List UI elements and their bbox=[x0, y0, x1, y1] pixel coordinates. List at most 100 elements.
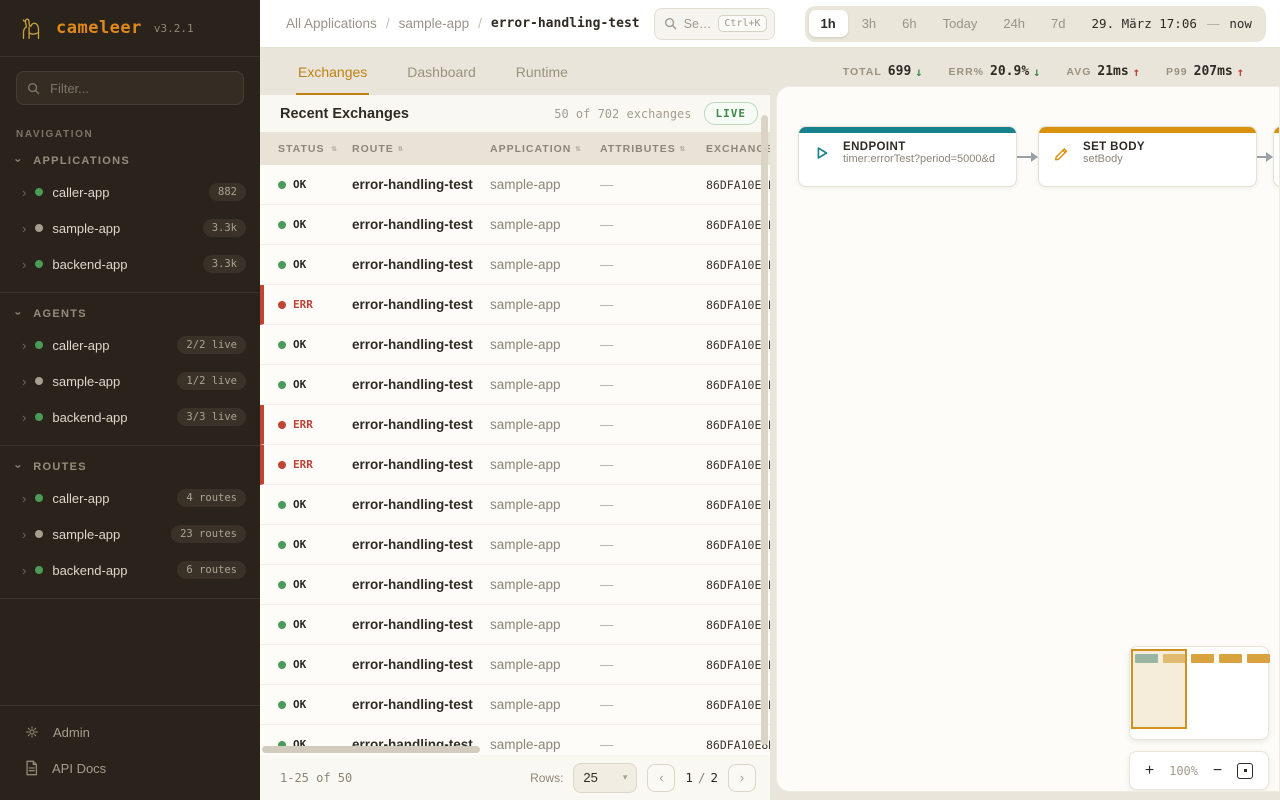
global-search[interactable]: Se… Ctrl+K bbox=[654, 8, 775, 40]
exchanges-panel: Recent Exchanges 50 of 702 exchanges LIV… bbox=[260, 95, 770, 800]
table-row[interactable]: OKerror-handling-testsample-app—86DFA10E… bbox=[260, 645, 770, 685]
node-color-bar bbox=[1274, 127, 1280, 133]
status-cell: ERR bbox=[278, 298, 352, 311]
breadcrumb-item[interactable]: All Applications bbox=[286, 16, 377, 31]
sidebar-item-api-docs[interactable]: API Docs bbox=[0, 750, 260, 786]
route-cell: error-handling-test bbox=[352, 297, 490, 312]
sidebar-filter[interactable] bbox=[16, 71, 244, 105]
stat-label: ERR% bbox=[949, 66, 985, 78]
route-cell: error-handling-test bbox=[352, 657, 490, 672]
sidebar-item-sample-app[interactable]: ›sample-app3.3k bbox=[0, 210, 260, 246]
status-dot-icon bbox=[278, 461, 286, 469]
trend-up-icon: ↑ bbox=[1133, 65, 1140, 79]
minimap[interactable] bbox=[1129, 646, 1269, 740]
table-row[interactable]: OKerror-handling-testsample-app—86DFA10E… bbox=[260, 685, 770, 725]
breadcrumb-item[interactable]: sample-app bbox=[399, 16, 470, 31]
range-to[interactable]: now bbox=[1225, 16, 1262, 31]
table-row[interactable]: ERRerror-handling-testsample-app—86DFA10… bbox=[260, 285, 770, 325]
navigation-label: NAVIGATION bbox=[16, 129, 244, 140]
rows-per-page-select[interactable]: 25 ▾ bbox=[573, 763, 637, 793]
sidebar-item-label: caller-app bbox=[52, 185, 109, 200]
range-from[interactable]: 29. März 17:06 bbox=[1080, 16, 1201, 31]
column-header-route[interactable]: ROUTE⇅ bbox=[352, 143, 490, 155]
horizontal-scrollbar[interactable] bbox=[262, 746, 480, 753]
filter-input[interactable] bbox=[48, 80, 233, 97]
stat-label: P99 bbox=[1166, 66, 1188, 78]
table-row[interactable]: OKerror-handling-testsample-app—86DFA10E… bbox=[260, 365, 770, 405]
edge-arrow bbox=[1017, 152, 1038, 162]
table-row[interactable]: ERRerror-handling-testsample-app—86DFA10… bbox=[260, 405, 770, 445]
section-header-applications[interactable]: ›APPLICATIONS bbox=[0, 142, 260, 174]
zoom-out-button[interactable]: − bbox=[1213, 763, 1222, 779]
tab-dashboard[interactable]: Dashboard bbox=[405, 48, 478, 95]
table-row[interactable]: OKerror-handling-testsample-app—86DFA10E… bbox=[260, 565, 770, 605]
flow-node-set-body[interactable]: SET BODY setBody bbox=[1038, 126, 1257, 187]
tab-runtime[interactable]: Runtime bbox=[514, 48, 570, 95]
sidebar-item-backend-app[interactable]: ›backend-app6 routes bbox=[0, 552, 260, 588]
table-row[interactable]: OKerror-handling-testsample-app—86DFA10E… bbox=[260, 525, 770, 565]
prev-page-button[interactable]: ‹ bbox=[647, 764, 675, 792]
vertical-scrollbar[interactable] bbox=[761, 115, 768, 745]
application-cell: sample-app bbox=[490, 217, 600, 232]
sidebar-item-sample-app[interactable]: ›sample-app23 routes bbox=[0, 516, 260, 552]
table-row[interactable]: ERRerror-handling-testsample-app—86DFA10… bbox=[260, 445, 770, 485]
status-cell: OK bbox=[278, 498, 352, 511]
attributes-cell: — bbox=[600, 177, 706, 192]
breadcrumb-item[interactable]: error-handling-test bbox=[491, 16, 640, 31]
application-cell: sample-app bbox=[490, 737, 600, 752]
column-label: STATUS bbox=[278, 143, 324, 155]
time-range-1h[interactable]: 1h bbox=[809, 10, 848, 37]
minimap-bar bbox=[1191, 654, 1214, 663]
flow-node-partial[interactable] bbox=[1273, 126, 1280, 187]
time-range-24h[interactable]: 24h bbox=[991, 10, 1037, 37]
sidebar-item-backend-app[interactable]: ›backend-app3/3 live bbox=[0, 399, 260, 435]
application-cell: sample-app bbox=[490, 337, 600, 352]
status-cell: OK bbox=[278, 538, 352, 551]
sidebar-item-caller-app[interactable]: ›caller-app882 bbox=[0, 174, 260, 210]
status-dot-icon bbox=[35, 413, 43, 421]
table-row[interactable]: OKerror-handling-testsample-app—86DFA10E… bbox=[260, 325, 770, 365]
fit-view-button[interactable] bbox=[1237, 763, 1253, 779]
route-cell: error-handling-test bbox=[352, 617, 490, 632]
chevron-down-icon: › bbox=[12, 311, 26, 316]
table-row[interactable]: OKerror-handling-testsample-app—86DFA10E… bbox=[260, 605, 770, 645]
pagination-range: 1-25 of 50 bbox=[280, 771, 352, 785]
time-range-3h[interactable]: 3h bbox=[850, 10, 888, 37]
sidebar-item-caller-app[interactable]: ›caller-app4 routes bbox=[0, 480, 260, 516]
status-cell: OK bbox=[278, 258, 352, 271]
next-page-button[interactable]: › bbox=[728, 764, 756, 792]
sidebar-item-admin[interactable]: Admin bbox=[0, 714, 260, 750]
status-cell: OK bbox=[278, 658, 352, 671]
section-label: ROUTES bbox=[33, 461, 87, 473]
zoom-in-button[interactable]: + bbox=[1145, 763, 1154, 779]
column-header-application[interactable]: APPLICATION⇅ bbox=[490, 143, 600, 155]
sidebar-item-badge: 3.3k bbox=[203, 255, 246, 273]
sidebar-item-badge: 3/3 live bbox=[177, 408, 246, 426]
application-cell: sample-app bbox=[490, 417, 600, 432]
tab-exchanges[interactable]: Exchanges bbox=[296, 48, 369, 95]
sidebar-item-caller-app[interactable]: ›caller-app2/2 live bbox=[0, 327, 260, 363]
sidebar-item-label: backend-app bbox=[52, 257, 127, 272]
attributes-cell: — bbox=[600, 657, 706, 672]
rows-label: Rows: bbox=[530, 771, 563, 785]
section-header-routes[interactable]: ›ROUTES bbox=[0, 448, 260, 480]
column-header-attributes[interactable]: ATTRIBUTES⇅ bbox=[600, 143, 706, 155]
sidebar-item-sample-app[interactable]: ›sample-app1/2 live bbox=[0, 363, 260, 399]
time-range-6h[interactable]: 6h bbox=[890, 10, 928, 37]
column-header-status[interactable]: STATUS⇅ bbox=[278, 143, 352, 155]
chevron-right-icon: › bbox=[22, 374, 26, 389]
flow-node-endpoint[interactable]: ENDPOINT timer:errorTest?period=5000&del… bbox=[798, 126, 1017, 187]
route-flow-canvas[interactable]: ENDPOINT timer:errorTest?period=5000&del… bbox=[776, 86, 1280, 792]
stat-total: TOTAL699↓ bbox=[843, 64, 923, 79]
table-row[interactable]: OKerror-handling-testsample-app—86DFA10E… bbox=[260, 245, 770, 285]
table-row[interactable]: OKerror-handling-testsample-app—86DFA10E… bbox=[260, 485, 770, 525]
minimap-viewport[interactable] bbox=[1131, 649, 1187, 729]
time-range-today[interactable]: Today bbox=[931, 10, 990, 37]
section-header-agents[interactable]: ›AGENTS bbox=[0, 295, 260, 327]
route-cell: error-handling-test bbox=[352, 417, 490, 432]
time-range-7d[interactable]: 7d bbox=[1039, 10, 1077, 37]
table-row[interactable]: OKerror-handling-testsample-app—86DFA10E… bbox=[260, 205, 770, 245]
sidebar-item-backend-app[interactable]: ›backend-app3.3k bbox=[0, 246, 260, 282]
table-row[interactable]: OKerror-handling-testsample-app—86DFA10E… bbox=[260, 165, 770, 205]
application-cell: sample-app bbox=[490, 177, 600, 192]
